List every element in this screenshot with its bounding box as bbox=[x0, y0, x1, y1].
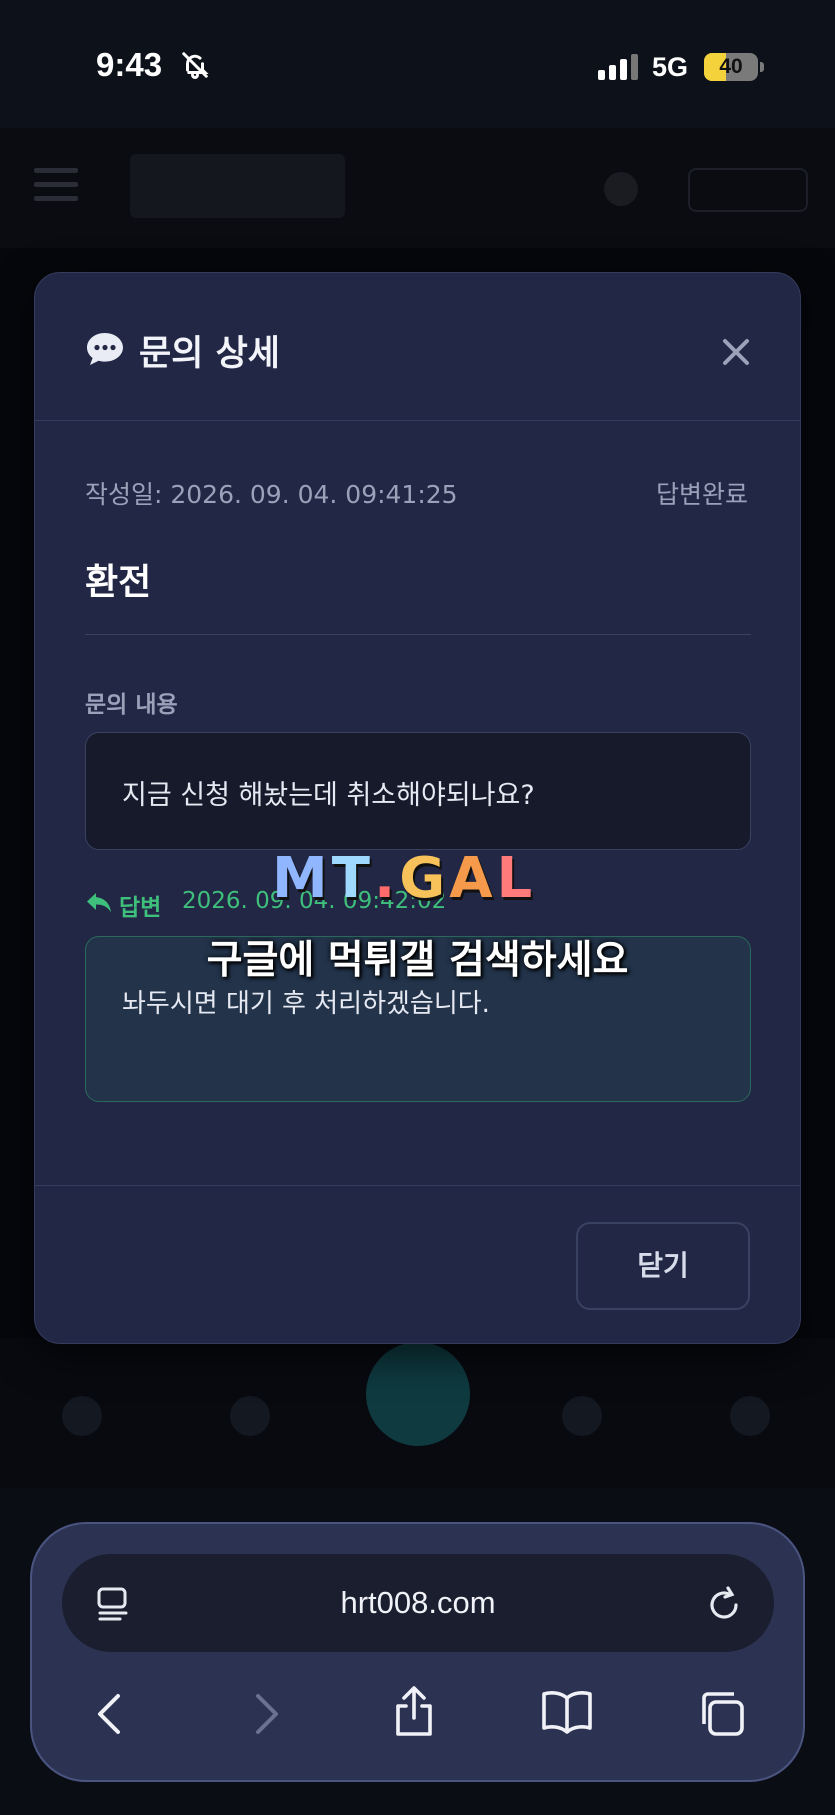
watermark-logo-letter: L bbox=[496, 846, 537, 911]
watermark-logo-letter: T bbox=[331, 846, 374, 911]
watermark-logo-letter: G bbox=[399, 846, 450, 911]
chat-bubble-icon bbox=[85, 331, 125, 371]
reload-icon[interactable] bbox=[706, 1584, 742, 1626]
close-button[interactable]: 닫기 bbox=[576, 1222, 750, 1310]
watermark-tagline: 구글에 먹튀갤 검색하세요 bbox=[206, 938, 629, 983]
content-label: 문의 내용 bbox=[85, 692, 178, 718]
battery-indicator: 40 bbox=[704, 53, 758, 81]
menu-icon bbox=[34, 168, 78, 204]
share-icon[interactable] bbox=[392, 1684, 436, 1742]
notification-icon bbox=[604, 172, 638, 206]
modal-title: 문의 상세 bbox=[139, 334, 280, 374]
bookmarks-icon[interactable] bbox=[540, 1688, 594, 1738]
close-icon[interactable] bbox=[719, 335, 753, 369]
nav-home-icon bbox=[62, 1396, 102, 1436]
nav-item-icon bbox=[562, 1396, 602, 1436]
reply-label: 답변 bbox=[119, 895, 162, 921]
battery-percent: 40 bbox=[719, 55, 743, 78]
browser-toolbar: hrt008.com bbox=[30, 1522, 805, 1782]
reply-icon bbox=[85, 891, 113, 919]
watermark-logo-letter: M bbox=[272, 846, 332, 911]
forward-icon[interactable] bbox=[252, 1692, 282, 1740]
inquiry-title: 환전 bbox=[85, 562, 152, 603]
tabs-icon[interactable] bbox=[696, 1688, 748, 1742]
watermark-logo: MT.GAL bbox=[272, 846, 536, 911]
nav-item-icon bbox=[730, 1396, 770, 1436]
watermark-logo-letter: . bbox=[373, 846, 400, 911]
divider bbox=[85, 634, 751, 635]
watermark-logo-letter: A bbox=[449, 846, 497, 911]
status-badge: 답변완료 bbox=[655, 480, 748, 509]
battery-cap bbox=[760, 62, 764, 72]
status-bar: 9:43 5G 40 bbox=[0, 0, 835, 128]
url-text[interactable]: hrt008.com bbox=[62, 1585, 774, 1621]
site-logo bbox=[130, 154, 345, 218]
status-time: 9:43 bbox=[96, 46, 163, 83]
created-date: 작성일: 2026. 09. 04. 09:41:25 bbox=[85, 480, 458, 509]
site-header bbox=[0, 128, 835, 248]
inquiry-content-box: 지금 신청 해놨는데 취소해야되나요? bbox=[85, 732, 751, 850]
address-bar[interactable]: hrt008.com bbox=[62, 1554, 774, 1652]
reply-content-text: 놔두시면 대기 후 처리하겠습니다. bbox=[122, 989, 490, 1019]
site-login-button bbox=[688, 168, 808, 212]
nav-center-button bbox=[366, 1342, 470, 1446]
inquiry-content-text: 지금 신청 해놨는데 취소해야되나요? bbox=[122, 780, 535, 811]
inquiry-detail-modal: 문의 상세 작성일: 2026. 09. 04. 09:41:25 답변완료 환… bbox=[34, 272, 801, 1344]
signal-icon bbox=[598, 54, 640, 84]
network-label: 5G bbox=[652, 52, 689, 82]
back-icon[interactable] bbox=[94, 1692, 124, 1740]
modal-footer: 닫기 bbox=[35, 1185, 800, 1345]
modal-header: 문의 상세 bbox=[35, 273, 800, 421]
bell-slash-icon bbox=[180, 50, 210, 84]
nav-item-icon bbox=[230, 1396, 270, 1436]
